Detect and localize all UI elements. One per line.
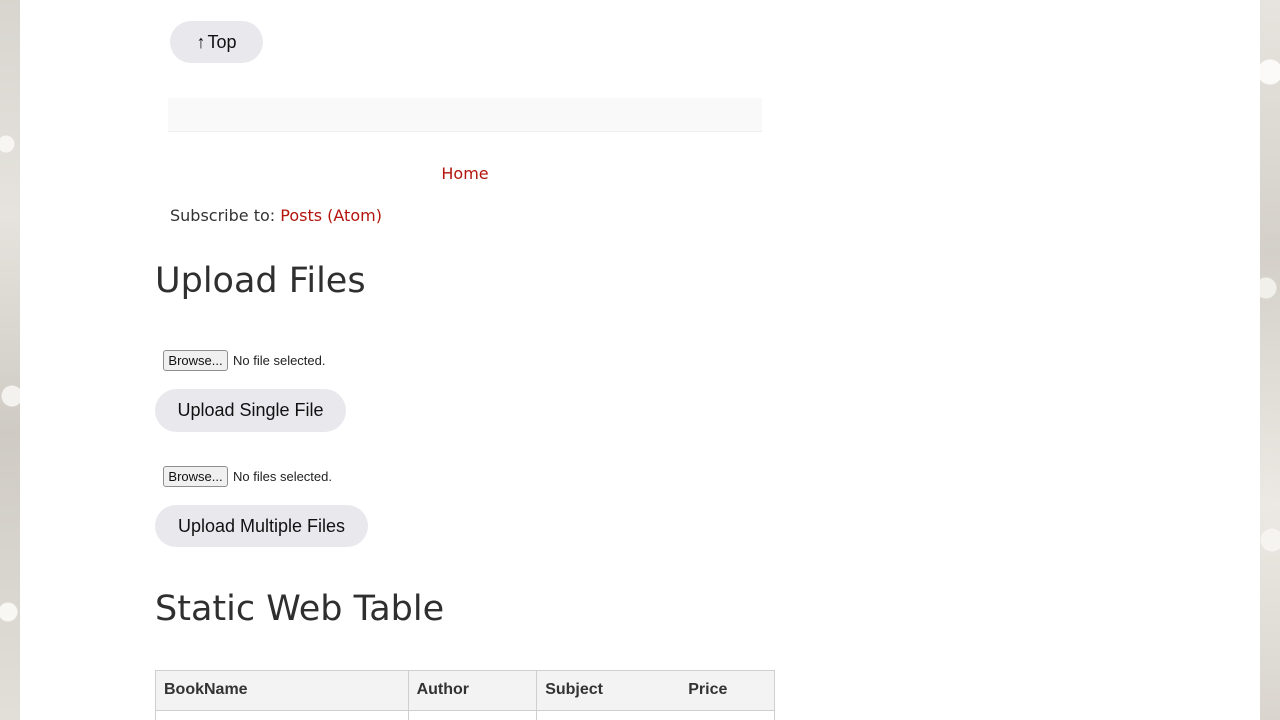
column-header-author: Author [408,671,538,710]
arrow-up-icon: ↑ [196,31,206,52]
subscribe-line: Subscribe to: Posts (Atom) [170,206,382,225]
post-footer-bar [168,98,762,132]
static-web-table: BookName Author Subject Price [155,670,775,720]
back-to-top-label: Top [207,31,237,52]
background-left-decoration [0,0,20,720]
background-right-decoration [1260,0,1280,720]
multiple-browse-button[interactable]: Browse... [163,466,228,487]
column-header-price: Price [680,671,774,710]
home-link[interactable]: Home [168,164,762,183]
table-cell [408,709,538,720]
table-cell [536,709,681,720]
column-header-subject: Subject [536,671,681,710]
single-browse-button[interactable]: Browse... [163,350,228,371]
single-file-status: No file selected. [233,353,326,368]
page-content: ↑ Top Home Subscribe to: Posts (Atom) Up… [20,0,1260,720]
table-header-row: BookName Author Subject Price [156,671,774,710]
single-file-input[interactable]: Browse... No file selected. [163,350,326,371]
subscribe-label: Subscribe to: [170,206,281,225]
table-row [156,709,774,720]
upload-files-heading: Upload Files [155,261,366,301]
multiple-file-input[interactable]: Browse... No files selected. [163,466,332,487]
posts-atom-link[interactable]: Posts (Atom) [280,206,382,225]
column-header-bookname: BookName [156,671,409,710]
upload-single-file-button[interactable]: Upload Single File [155,389,346,432]
multiple-file-status: No files selected. [233,469,332,484]
table-cell [156,709,409,720]
back-to-top-button[interactable]: ↑ Top [170,21,263,63]
static-web-table-heading: Static Web Table [155,589,445,629]
upload-multiple-files-button[interactable]: Upload Multiple Files [155,505,368,547]
table-cell [680,709,774,720]
